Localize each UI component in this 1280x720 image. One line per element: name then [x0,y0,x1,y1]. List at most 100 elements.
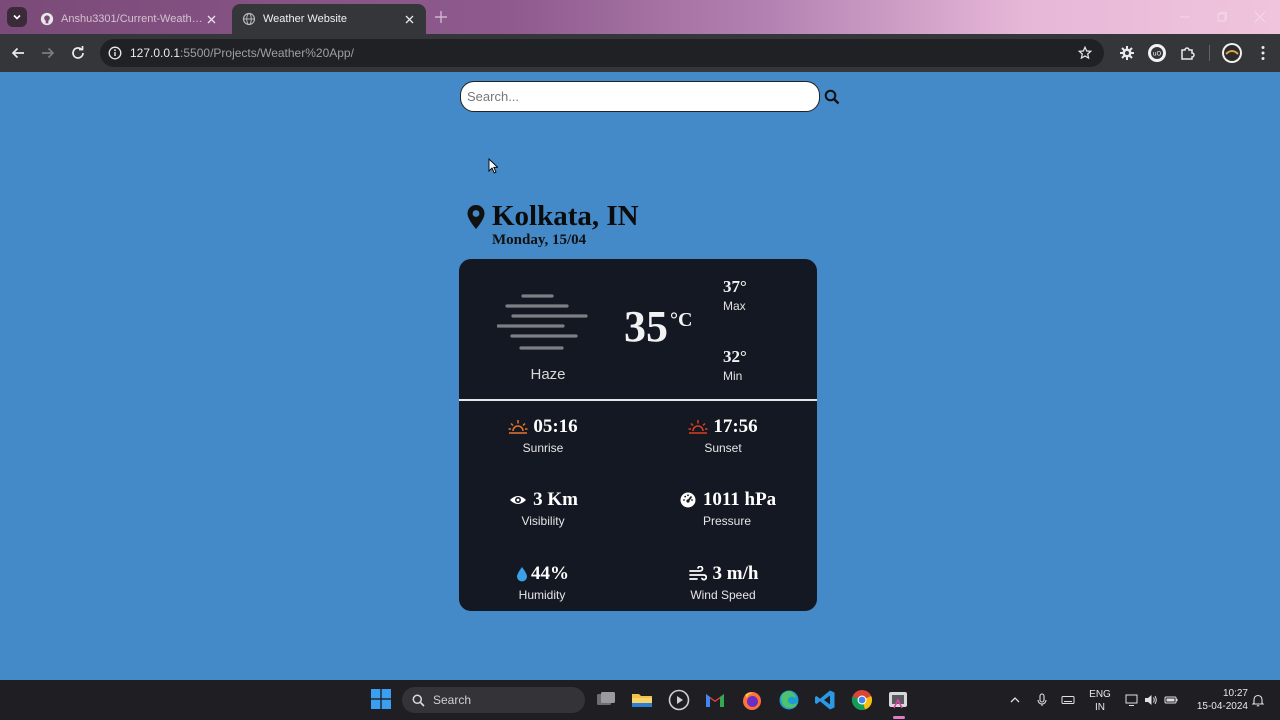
min-temp-value: 32° [723,347,747,366]
haze-icon [497,294,588,350]
system-clock[interactable]: 10:27 15-04-2024 [1188,687,1248,713]
taskbar-search[interactable]: Search [402,687,585,713]
mouse-cursor-icon [488,158,498,174]
visibility-value: 3 Km [533,489,578,510]
file-explorer-icon[interactable] [631,689,653,711]
windows-taskbar: Search ENG IN 10:27 15-04-2024 [0,680,1280,720]
language-code: ENG [1089,689,1111,700]
sunset-stat: 17:56 Sunset [648,416,798,455]
current-weather-section: Haze 35 °C 37° Max 32° Min [459,259,817,399]
max-temp-label: Max [723,299,746,313]
volume-icon[interactable] [1144,693,1158,707]
chrome-icon[interactable] [851,689,873,711]
browser-toolbar: 127.0.0.1:5500/Projects/Weather%20App/ u… [0,34,1280,72]
new-tab-button[interactable] [432,8,450,26]
sunset-label: Sunset [704,441,742,455]
address-bar[interactable]: 127.0.0.1:5500/Projects/Weather%20App/ [100,39,1104,67]
search-input[interactable] [460,81,820,112]
current-date: Monday, 15/04 [492,232,587,248]
media-player-icon[interactable] [668,689,690,711]
clock-date: 15-04-2024 [1196,701,1248,712]
reload-button[interactable] [69,44,87,62]
pressure-stat: 1011 hPa Pressure [652,489,802,528]
firefox-icon[interactable] [741,689,763,711]
close-icon [405,15,413,23]
extension-gear-icon[interactable] [1118,44,1136,62]
url-text: 127.0.0.1:5500/Projects/Weather%20App/ [130,46,354,60]
region-code: IN [1095,702,1105,713]
humidity-stat: 44% Humidity [467,563,617,602]
battery-icon[interactable] [1164,693,1178,707]
search-icon [412,694,425,707]
sunset-time: 17:56 [713,416,758,437]
sunrise-stat: 05:16 Sunrise [468,416,618,455]
weather-condition: Haze [530,366,566,383]
temperature-value: 35 [624,302,668,351]
card-divider [459,399,817,401]
close-tab-button[interactable] [402,12,416,26]
sunrise-icon [508,418,528,436]
wind-stat: 3 m/h Wind Speed [648,563,798,602]
back-button[interactable] [9,44,27,62]
tab-search-button[interactable] [7,7,27,27]
city-name: Kolkata, IN [492,200,639,232]
max-temp-value: 37° [723,277,747,296]
taskbar-search-label: Search [433,693,472,707]
network-icon[interactable] [1125,693,1139,707]
location-heading: Kolkata, IN [466,200,639,233]
visibility-stat: 3 Km Visibility [468,489,618,528]
language-indicator[interactable]: ENG IN [1088,688,1112,714]
humidity-label: Humidity [518,588,566,602]
gmail-icon[interactable] [704,689,726,711]
chevron-up-icon[interactable] [1008,693,1022,707]
close-tab-button[interactable] [204,12,218,26]
temperature-unit: °C [670,309,693,331]
extensions-puzzle-icon[interactable] [1179,44,1197,62]
gauge-icon [678,491,698,509]
search-button[interactable] [822,87,842,107]
current-temperature: 35 °C [624,301,692,352]
sunrise-label: Sunrise [522,441,564,455]
max-temperature: 37° Max [723,277,747,313]
min-temp-label: Min [723,369,743,383]
site-info-icon[interactable] [108,46,122,60]
forward-button[interactable] [39,44,57,62]
ublock-extension-icon[interactable]: uO [1147,43,1167,63]
pressure-value: 1011 hPa [702,489,777,510]
profile-avatar[interactable] [1221,42,1243,64]
search-bar [460,81,842,112]
notification-bell-icon[interactable] [1251,693,1265,707]
humidity-value: 44% [531,563,569,584]
bookmark-star-icon[interactable] [1078,46,1092,60]
windows-start-icon[interactable] [371,689,391,709]
chevron-down-icon [13,14,21,20]
water-drop-icon [515,565,529,583]
restore-button[interactable] [1215,10,1229,24]
wind-speed-label: Wind Speed [690,588,756,602]
eye-icon [508,491,528,509]
edge-icon[interactable] [778,689,800,711]
wind-icon [688,565,708,583]
snipping-tool-icon[interactable] [887,689,909,711]
wind-speed-value: 3 m/h [712,563,759,584]
clock-time: 10:27 [1222,688,1248,699]
url-path: :5500/Projects/Weather%20App/ [180,46,354,60]
pressure-label: Pressure [702,514,752,528]
tab-title: Weather Website [263,13,347,25]
tab-weather-website[interactable]: Weather Website [232,4,426,34]
vscode-icon[interactable] [814,689,836,711]
minimize-button[interactable] [1178,10,1192,24]
search-icon [824,89,840,104]
microphone-icon[interactable] [1035,693,1049,707]
close-window-button[interactable] [1253,10,1267,24]
toolbar-separator [1209,45,1210,61]
browser-menu-icon[interactable] [1254,44,1272,62]
browser-tab-bar: Anshu3301/Current-Weather-Info Weather W… [0,0,1280,34]
keyboard-icon[interactable] [1061,693,1075,707]
url-host: 127.0.0.1 [130,46,181,60]
close-icon [207,15,215,23]
task-view-icon[interactable] [595,689,617,711]
tab-github[interactable]: Anshu3301/Current-Weather-Info [30,4,228,34]
tab-title: Anshu3301/Current-Weather-Info [61,13,204,25]
sunrise-time: 05:16 [533,416,578,437]
